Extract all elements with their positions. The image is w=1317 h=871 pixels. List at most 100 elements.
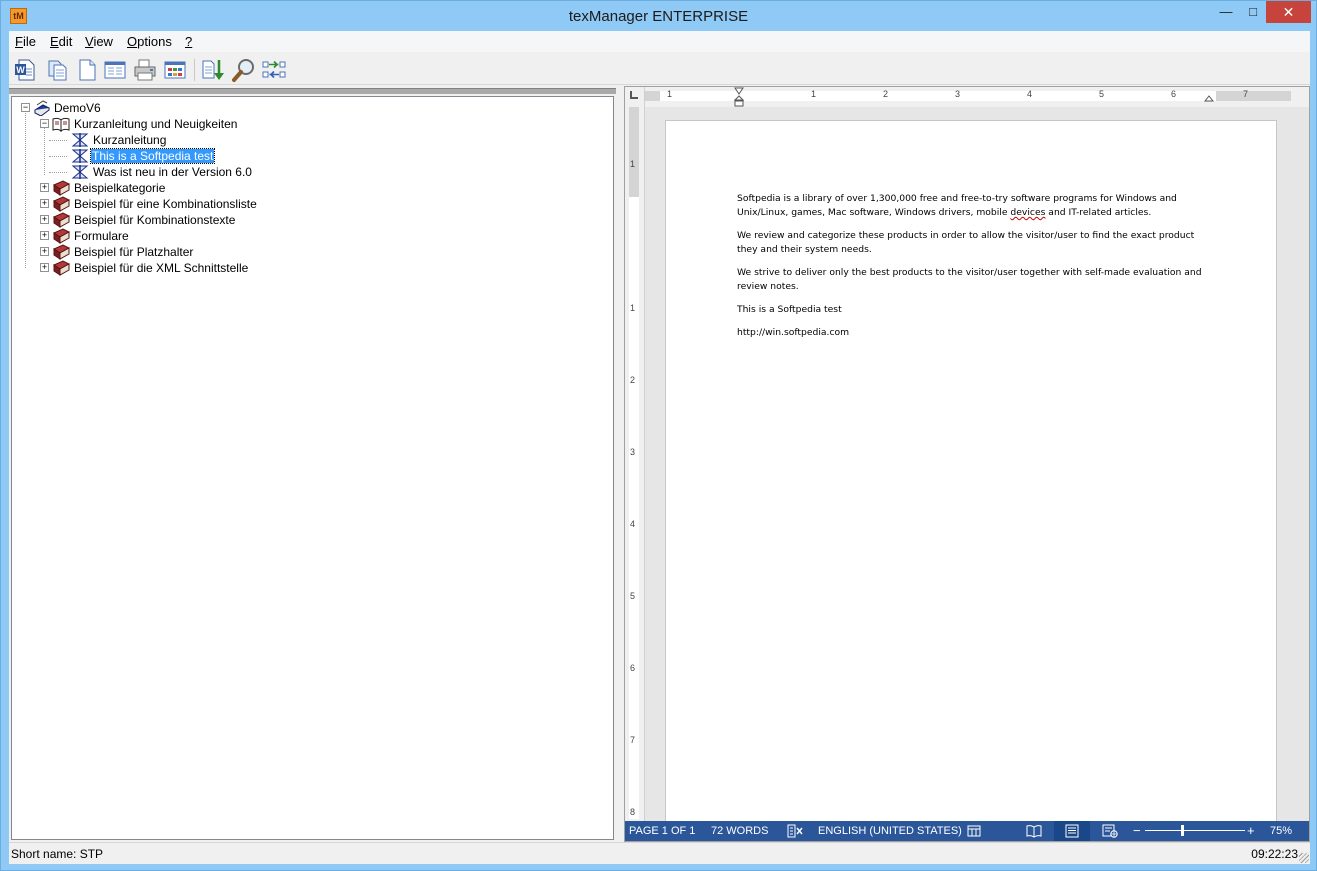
magnifier-icon[interactable] (231, 57, 257, 83)
tree-node[interactable]: Kurzanleitung (12, 132, 312, 148)
database-book-icon (34, 100, 50, 116)
minimize-button[interactable]: — (1212, 1, 1240, 23)
tree-node[interactable]: + Beispiel für Platzhalter (12, 244, 312, 260)
proofing-icon[interactable] (787, 824, 803, 838)
blank-document-icon[interactable] (74, 57, 100, 83)
tree-node[interactable]: − Kurzanleitung und Neuigkeiten (12, 116, 312, 132)
right-indent-marker-icon[interactable] (1204, 92, 1214, 104)
menu-edit-accel: E (50, 34, 59, 49)
menu-file[interactable]: File (15, 34, 36, 49)
copy-document-icon[interactable] (44, 57, 70, 83)
zoom-in-button[interactable]: + (1247, 823, 1255, 838)
text-entry-icon (71, 149, 89, 163)
pane-splitter[interactable] (616, 86, 624, 842)
paragraph[interactable]: http://win.softpedia.com (737, 326, 1207, 340)
macro-record-icon[interactable] (967, 824, 981, 838)
paragraph[interactable]: We strive to deliver only the best produ… (737, 266, 1207, 294)
expand-toggle[interactable]: + (40, 199, 49, 208)
printer-icon[interactable] (132, 57, 158, 83)
expand-toggle[interactable]: + (40, 247, 49, 256)
indent-marker-icon[interactable] (734, 87, 744, 107)
ruler-number: 6 (1171, 89, 1177, 99)
expand-toggle[interactable]: + (40, 263, 49, 272)
menu-options[interactable]: Options (127, 34, 172, 49)
vertical-ruler[interactable]: 1 1 2 3 4 5 6 7 8 (625, 107, 645, 821)
menu-view[interactable]: View (85, 34, 113, 49)
app-window: tM texManager ENTERPRISE — □ ✕ File Edit… (0, 0, 1317, 871)
tree-node-selected[interactable]: This is a Softpedia test (12, 148, 312, 164)
menu-bar: File Edit View Options ? (9, 31, 1310, 52)
web-layout-icon[interactable] (1102, 824, 1118, 838)
language-indicator[interactable]: ENGLISH (UNITED STATES) (818, 825, 962, 837)
tree-node[interactable]: + Beispielkategorie (12, 180, 312, 196)
ruler-number: 1 (630, 303, 636, 313)
category-panel: − DemoV6 − Kurzanleitung und Neuigkeiten… (9, 86, 616, 842)
table-grid-icon[interactable] (162, 57, 188, 83)
open-book-icon (52, 117, 70, 132)
menu-options-accel: O (127, 34, 138, 49)
tree-node[interactable]: Was ist neu in der Version 6.0 (12, 164, 312, 180)
ruler-number: 7 (1243, 89, 1249, 99)
menu-file-accel: F (15, 34, 23, 49)
window-title: texManager ENTERPRISE (568, 8, 749, 25)
sort-down-icon[interactable] (201, 57, 227, 83)
maximize-button[interactable]: □ (1239, 1, 1267, 23)
ruler-number: 3 (955, 89, 961, 99)
tree-node[interactable]: + Beispiel für eine Kombinationsliste (12, 196, 312, 212)
print-layout-icon[interactable] (1065, 824, 1079, 838)
word-document-icon[interactable]: W (12, 57, 38, 83)
status-bar: Short name: STP 09:22:23 (9, 842, 1310, 864)
collapse-toggle[interactable]: − (40, 119, 49, 128)
short-name-status: Short name: STP (11, 847, 104, 861)
menu-help[interactable]: ? (185, 34, 192, 49)
resize-grip[interactable] (1299, 853, 1309, 863)
ruler-number: 6 (630, 663, 636, 673)
expand-toggle[interactable]: + (40, 215, 49, 224)
ruler-number: 4 (1027, 89, 1033, 99)
page-count[interactable]: PAGE 1 OF 1 (629, 825, 695, 837)
tree-node[interactable]: + Formulare (12, 228, 312, 244)
document-body[interactable]: Softpedia is a library of over 1,300,000… (737, 192, 1207, 349)
collapse-toggle[interactable]: − (21, 103, 30, 112)
expand-toggle[interactable]: + (40, 183, 49, 192)
zoom-level[interactable]: 75% (1270, 825, 1292, 837)
tab-selector[interactable] (625, 87, 645, 107)
svg-text:W: W (16, 65, 25, 75)
closed-book-icon (52, 228, 70, 244)
tree-node[interactable]: + Beispiel für die XML Schnittstelle (12, 260, 312, 276)
tree-node[interactable]: + Beispiel für Kombinationstexte (12, 212, 312, 228)
tree-node-label: Was ist neu in der Version 6.0 (93, 165, 252, 179)
title-bar[interactable]: tM texManager ENTERPRISE — □ ✕ (1, 1, 1316, 31)
closed-book-icon (52, 212, 70, 228)
document-page[interactable]: Softpedia is a library of over 1,300,000… (665, 120, 1277, 821)
paragraph[interactable]: We review and categorize these products … (737, 229, 1207, 257)
tree-node-label: Beispiel für Kombinationstexte (74, 213, 236, 227)
spelling-flagged-word[interactable]: devices (1010, 207, 1045, 218)
tree-node-label: DemoV6 (54, 101, 101, 115)
category-tree[interactable]: − DemoV6 − Kurzanleitung und Neuigkeiten… (11, 96, 614, 840)
ruler-number: 2 (630, 375, 636, 385)
menu-help-accel: ? (185, 34, 193, 49)
ruler-number: 2 (883, 89, 889, 99)
closed-book-icon (52, 260, 70, 276)
tree-node-root[interactable]: − DemoV6 (12, 100, 312, 116)
paragraph[interactable]: This is a Softpedia test (737, 303, 1207, 317)
read-mode-icon[interactable] (1026, 824, 1042, 838)
zoom-slider[interactable] (1145, 830, 1245, 831)
paragraph[interactable]: Softpedia is a library of over 1,300,000… (737, 192, 1207, 220)
close-button[interactable]: ✕ (1266, 1, 1311, 23)
ruler-number: 7 (630, 735, 636, 745)
tree-node-label: Beispiel für Platzhalter (74, 245, 194, 259)
document-scroll-area[interactable]: Softpedia is a library of over 1,300,000… (646, 107, 1309, 821)
document-editor: 1 1 2 3 4 5 6 7 1 1 2 3 4 5 6 7 8 Softpe… (624, 86, 1310, 842)
zoom-out-button[interactable]: − (1133, 823, 1141, 838)
menu-options-label: ptions (137, 34, 172, 49)
form-window-icon[interactable] (102, 57, 128, 83)
zoom-slider-thumb[interactable] (1181, 825, 1184, 836)
menu-view-label: iew (93, 34, 113, 49)
expand-toggle[interactable]: + (40, 231, 49, 240)
menu-edit[interactable]: Edit (50, 34, 72, 49)
word-count[interactable]: 72 WORDS (711, 825, 768, 837)
horizontal-ruler[interactable]: 1 1 2 3 4 5 6 7 (645, 87, 1309, 107)
sync-arrows-icon[interactable] (261, 57, 287, 83)
